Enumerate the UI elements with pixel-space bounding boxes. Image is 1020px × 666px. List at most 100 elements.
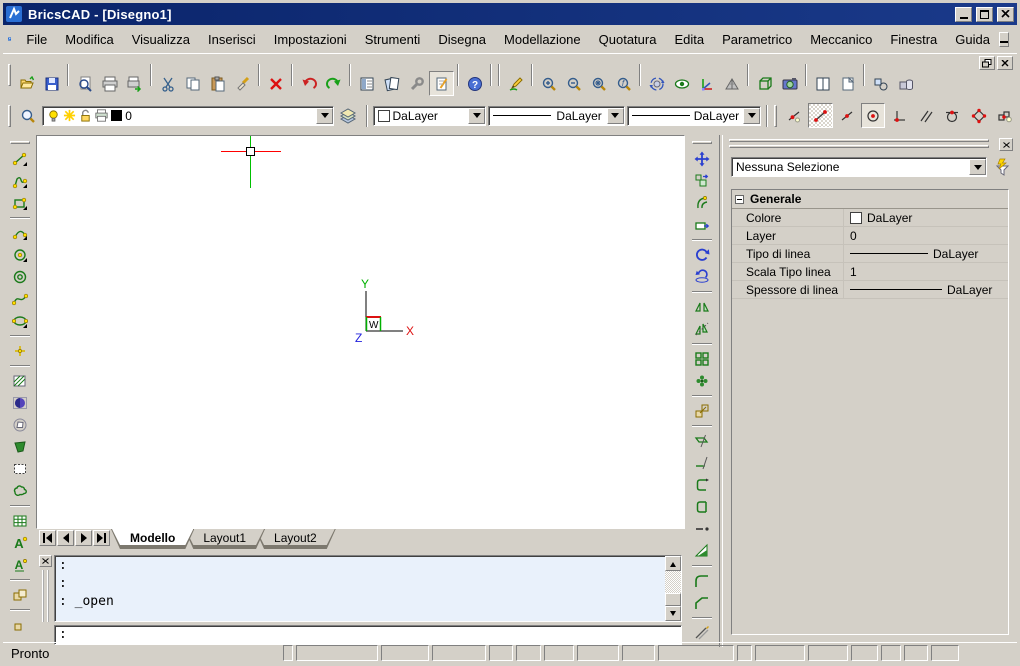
snap-perpendicular-button[interactable] xyxy=(887,103,911,128)
format-painter-button[interactable] xyxy=(230,71,255,96)
solids-button[interactable] xyxy=(893,71,918,96)
color-combobox[interactable]: DaLayer xyxy=(373,106,487,126)
copy-entities-button[interactable] xyxy=(690,170,714,192)
menu-disegna[interactable]: Disegna xyxy=(429,28,495,51)
explode-button[interactable] xyxy=(690,518,714,540)
print-preview-button[interactable] xyxy=(72,71,97,96)
customize-button[interactable] xyxy=(404,71,429,96)
zoom-previous-button[interactable]: f xyxy=(611,71,636,96)
property-row-spessore-di-linea[interactable]: Spessore di linea DaLayer xyxy=(732,281,1008,299)
layer-explorer-button[interactable] xyxy=(16,103,40,128)
zoom-in-button[interactable] xyxy=(536,71,561,96)
status-field[interactable] xyxy=(622,645,655,661)
copy-button[interactable] xyxy=(180,71,205,96)
minimize-button[interactable] xyxy=(955,7,972,22)
menu-finestra[interactable]: Finestra xyxy=(881,28,946,51)
snap-midpoint-button[interactable] xyxy=(835,103,859,128)
sketch-button[interactable] xyxy=(690,622,714,644)
copy-entities-button[interactable] xyxy=(868,71,893,96)
status-field[interactable] xyxy=(881,645,901,661)
title-bar[interactable]: BricsCAD - [Disegno1] xyxy=(3,3,1017,25)
mdi-restore-button[interactable] xyxy=(979,56,995,70)
chamfer-button[interactable] xyxy=(690,592,714,614)
status-field[interactable] xyxy=(851,645,878,661)
toolbar-grip[interactable] xyxy=(692,141,712,144)
menu-strumenti[interactable]: Strumenti xyxy=(356,28,430,51)
scroll-down-button[interactable] xyxy=(665,606,681,621)
tab-prev-button[interactable] xyxy=(57,530,74,546)
snap-center-button[interactable] xyxy=(861,103,885,128)
open-button[interactable] xyxy=(14,71,39,96)
properties-close-button[interactable] xyxy=(999,138,1013,151)
collapse-icon[interactable] xyxy=(735,195,744,204)
move-button[interactable] xyxy=(690,148,714,170)
toolbar-grip[interactable] xyxy=(8,105,11,127)
table-button[interactable] xyxy=(8,510,32,532)
boundary-button[interactable] xyxy=(8,414,32,436)
tab-first-button[interactable] xyxy=(39,530,56,546)
command-close-button[interactable] xyxy=(39,555,52,567)
maximize-button[interactable] xyxy=(976,7,993,22)
donut-button[interactable] xyxy=(8,266,32,288)
camera-button[interactable] xyxy=(777,71,802,96)
status-field[interactable] xyxy=(755,645,805,661)
command-history[interactable]: : : : _open xyxy=(54,555,682,622)
mirror-button[interactable] xyxy=(690,296,714,318)
status-field[interactable] xyxy=(658,645,734,661)
mirror-3d-button[interactable] xyxy=(690,318,714,340)
layer-combobox[interactable]: 0 xyxy=(42,106,334,126)
menu-visualizza[interactable]: Visualizza xyxy=(123,28,199,51)
tab-next-button[interactable] xyxy=(75,530,92,546)
cut-button[interactable] xyxy=(155,71,180,96)
property-row-colore[interactable]: Colore DaLayer xyxy=(732,209,1008,227)
lineweight-dropdown-button[interactable] xyxy=(743,108,760,124)
status-field[interactable] xyxy=(432,645,486,661)
toolbar-grip[interactable] xyxy=(10,141,30,144)
panel-grip[interactable] xyxy=(729,139,989,142)
menu-edita[interactable]: Edita xyxy=(665,28,713,51)
toolbar-grip[interactable] xyxy=(8,64,11,86)
break-button[interactable] xyxy=(690,474,714,496)
command-grip[interactable] xyxy=(42,570,49,622)
revision-cloud-button[interactable] xyxy=(8,480,32,502)
save-button[interactable] xyxy=(39,71,64,96)
redo-button[interactable] xyxy=(321,71,346,96)
property-row-layer[interactable]: Layer 0 xyxy=(732,227,1008,245)
zoom-extents-button[interactable] xyxy=(586,71,611,96)
new-view-button[interactable] xyxy=(835,71,860,96)
solid-button[interactable] xyxy=(8,436,32,458)
rectangle-button[interactable] xyxy=(8,192,32,214)
tab-last-button[interactable] xyxy=(93,530,110,546)
text-button[interactable]: A xyxy=(8,554,32,576)
mdi-close-button[interactable] xyxy=(997,56,1013,70)
scrollbar-track[interactable] xyxy=(665,571,681,593)
circle-button[interactable] xyxy=(8,244,32,266)
section-generale[interactable]: Generale xyxy=(732,190,1008,209)
selection-combobox[interactable]: Nessuna Selezione xyxy=(731,157,987,177)
snap-endpoint-button[interactable] xyxy=(808,103,832,128)
snap-parallel-button[interactable] xyxy=(914,103,938,128)
status-field[interactable] xyxy=(931,645,959,661)
zoom-out-button[interactable] xyxy=(561,71,586,96)
delete-button[interactable] xyxy=(263,71,288,96)
menu-quotatura[interactable]: Quotatura xyxy=(590,28,666,51)
export-button[interactable] xyxy=(122,71,147,96)
ucs-button[interactable] xyxy=(694,71,719,96)
menu-inserisci[interactable]: Inserisci xyxy=(199,28,265,51)
viewports-button[interactable] xyxy=(810,71,835,96)
menu-impostazioni[interactable]: Impostazioni xyxy=(265,28,356,51)
quick-select-filter-icon[interactable] xyxy=(993,158,1011,176)
scrollbar-thumb[interactable] xyxy=(665,593,681,606)
extend-button[interactable] xyxy=(690,452,714,474)
offset-button[interactable] xyxy=(690,192,714,214)
linetype-dropdown-button[interactable] xyxy=(607,108,624,124)
region-button[interactable] xyxy=(8,392,32,414)
layer-dropdown-button[interactable] xyxy=(316,108,333,124)
mtext-button[interactable]: A xyxy=(8,532,32,554)
print-button[interactable] xyxy=(97,71,122,96)
status-field[interactable] xyxy=(544,645,574,661)
status-field[interactable] xyxy=(737,645,752,661)
gradient-button[interactable] xyxy=(690,540,714,562)
status-field[interactable] xyxy=(283,645,293,661)
status-field[interactable] xyxy=(577,645,619,661)
